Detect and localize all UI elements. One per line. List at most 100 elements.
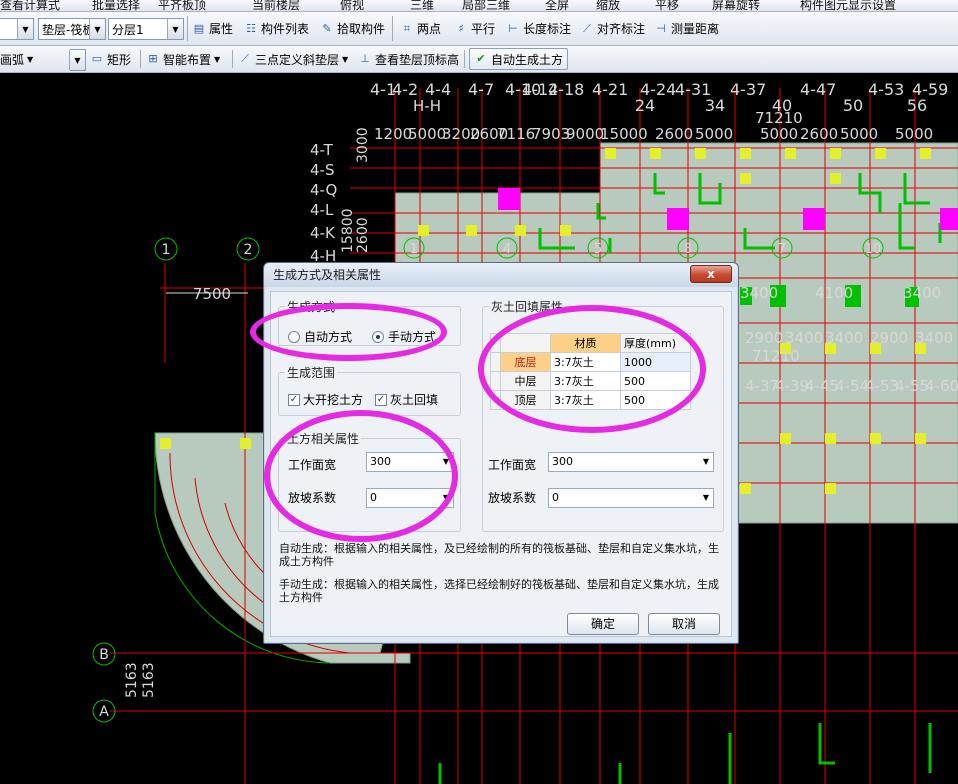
dimension-7500: 7500 [193, 285, 231, 303]
chevron-down-icon: ▼ [342, 54, 349, 64]
right-axis-label: 4-54 [835, 377, 869, 395]
checkbox-checked-icon: ✓ [288, 393, 300, 406]
table-row: 底层 3:7灰土 1000 [490, 352, 691, 372]
table-cell-thickness[interactable]: 500 [620, 371, 691, 391]
auto-generate-earthwork-button[interactable]: ✔ 自动生成土方 [469, 48, 569, 70]
radio-icon [288, 330, 300, 343]
table-row-name[interactable]: 中层 [500, 371, 551, 391]
right-dimension: 4100 [815, 284, 853, 302]
manual-generation-description: 手动生成：根据输入的相关属性，选择已经绘制好的筏板基础、垫层和自定义集水坑，生成… [279, 578, 719, 604]
inner-axis-label: 4 [503, 242, 511, 257]
three-point-slope-button[interactable]: ⟋ 三点定义斜垫层 ▼ [238, 46, 348, 72]
component-list-button[interactable]: ☷ 构件列表 [244, 12, 309, 45]
radio-selected-icon [372, 330, 384, 343]
chevron-down-icon: ▼ [702, 457, 709, 466]
table-row-marker [490, 371, 501, 391]
right-dimension-row2: 2900 [745, 329, 783, 347]
category-combo[interactable]: 垫层-筏板 ▼ [38, 18, 106, 40]
view-formula-button[interactable]: 查看计算式 [0, 0, 60, 11]
dialog-title[interactable]: 生成方式及相关属性 [264, 263, 738, 287]
display-settings-button[interactable]: 构件图元显示设置 [800, 0, 896, 11]
prev-combo[interactable]: ▼ [0, 18, 34, 40]
chevron-down-icon: ▼ [27, 54, 34, 64]
axis-label-a: A [99, 704, 109, 720]
table-cell-material[interactable]: 3:7灰土 [550, 352, 621, 372]
measure-distance-button[interactable]: ⊣ 测量距离 [654, 12, 719, 45]
inner-axis-label: 1 [410, 242, 418, 257]
rectangle-icon: ▭ [91, 52, 103, 65]
zoom-button[interactable]: 缩放 [596, 0, 620, 11]
work-width-dropdown[interactable]: 300 ▼ [366, 452, 454, 472]
cancel-button[interactable]: 取消 [648, 613, 720, 635]
eyedropper-icon: ✎ [322, 21, 332, 35]
work-width-label: 工作面宽 [288, 458, 337, 472]
pick-component-label: 拾取构件 [337, 22, 386, 36]
axis-number: 56 [907, 96, 927, 115]
align-mark-button[interactable]: ⟋ 对齐标注 [580, 12, 645, 45]
checkbox-backfill-label: 灰土回填 [390, 393, 439, 407]
current-floor-combo[interactable]: 当前楼层 [252, 0, 300, 11]
close-button[interactable]: x [690, 265, 732, 283]
smart-layout-button[interactable]: ⊞ 智能布置 ▼ [146, 46, 220, 72]
layer-combo[interactable]: 分层1 ▼ [108, 18, 184, 40]
axis-number: 50 [843, 96, 863, 115]
pick-component-button[interactable]: ✎ 拾取构件 [320, 12, 385, 45]
axis-number: 34 [705, 96, 725, 115]
right-axis-label: 4-53 [865, 377, 899, 395]
inner-axis-label: 5 [594, 242, 602, 257]
work-width-dropdown-2[interactable]: 300 ▼ [548, 452, 714, 472]
table-cell-thickness[interactable]: 1000 [620, 352, 691, 372]
checkbox-excavation[interactable]: ✓ 大开挖土方 [288, 391, 363, 408]
radio-manual-mode[interactable]: 手动方式 [372, 328, 436, 345]
vertical-dimension: 2600 [355, 217, 371, 253]
local-3d-button[interactable]: 局部三维 [462, 0, 510, 11]
rectangle-button[interactable]: ▭ 矩形 [90, 46, 131, 72]
chevron-down-icon: ▼ [442, 493, 449, 502]
parallel-button[interactable]: ♯ 平行 [454, 12, 495, 45]
table-row-marker [490, 390, 501, 410]
screen-rotate-button[interactable]: 屏幕旋转 [712, 0, 760, 11]
table-header-blank [500, 333, 551, 353]
rectangle-label: 矩形 [107, 52, 132, 67]
length-mark-button[interactable]: ⊢ 长度标注 [506, 12, 571, 45]
dimension-value: 1200 [374, 125, 412, 143]
pan-button[interactable]: 平移 [655, 0, 679, 11]
right-axis-label: 4-55 [895, 377, 929, 395]
three-point-slope-label: 三点定义斜垫层 [255, 52, 340, 67]
arc-button[interactable]: 画弧 ▼ [0, 46, 33, 72]
table-cell-material[interactable]: 3:7灰土 [550, 390, 621, 410]
axis-label-1: 1 [162, 242, 171, 258]
left-axis-label: 4-T [310, 141, 334, 159]
arc-combo[interactable]: ▼ [69, 49, 86, 71]
toolbar-divider [187, 16, 188, 41]
toolbar-divider [140, 50, 141, 68]
flush-top-button[interactable]: 平齐板顶 [158, 0, 206, 11]
toolbar-divider [464, 50, 465, 68]
view-top-elevation-button[interactable]: ⊥ 查看垫层顶标高 [358, 46, 459, 72]
table-row-name[interactable]: 底层 [500, 352, 551, 372]
batch-select-button[interactable]: 批量选择 [92, 0, 140, 11]
3d-button[interactable]: 三维 [410, 0, 434, 11]
slope-factor-dropdown-2[interactable]: 0 ▼ [548, 488, 714, 508]
top-view-button[interactable]: 俯视 [340, 0, 364, 11]
radio-auto-mode[interactable]: 自动方式 [288, 328, 352, 345]
fullscreen-button[interactable]: 全屏 [545, 0, 569, 11]
checkbox-excavation-label: 大开挖土方 [303, 393, 364, 407]
table-row-name[interactable]: 顶层 [500, 390, 551, 410]
view-top-elevation-label: 查看垫层顶标高 [375, 52, 460, 67]
slope-factor-dropdown[interactable]: 0 ▼ [366, 488, 454, 508]
checkbox-backfill[interactable]: ✓ 灰土回填 [375, 391, 438, 408]
ok-button[interactable]: 确定 [567, 613, 639, 635]
ruler-icon: ⊣ [656, 21, 666, 35]
two-point-button[interactable]: ⌗ 两点 [400, 12, 441, 45]
table-cell-thickness[interactable]: 500 [620, 390, 691, 410]
top-axis-label: 4-53 [868, 80, 904, 99]
generation-mode-dialog: 生成方式及相关属性 x 生成方式 自动方式 手动方式 生成范围 ✓ 大开挖土方 … [263, 262, 739, 644]
right-dimension: 3400 [740, 284, 778, 302]
component-list-label: 构件列表 [261, 22, 310, 36]
table-cell-material[interactable]: 3:7灰土 [550, 371, 621, 391]
axis-hh: H-H [413, 97, 441, 115]
top-axis-label: 4-21 [592, 80, 628, 99]
dimension-row: 1200 5000 3200 2600 7116 7903 9000 15000… [374, 125, 933, 143]
properties-button[interactable]: ▤ 属性 [192, 12, 233, 45]
